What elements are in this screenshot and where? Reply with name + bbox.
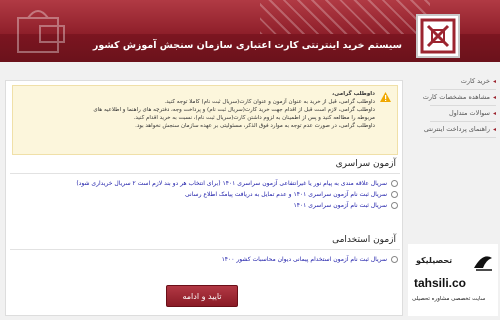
notice-line: داوطلب گرامی،: [332, 91, 375, 97]
bullet-icon: ◂: [492, 109, 496, 117]
sanjesh-logo: [416, 14, 460, 58]
notice-line: داوطلب گرامی، قبل از خرید به عنوان آزمون…: [164, 99, 375, 105]
main-panel: داوطلب گرامی، داوطلب گرامی، قبل از خرید …: [5, 80, 403, 316]
bullet-icon: ◂: [492, 125, 496, 133]
radio-button[interactable]: [391, 256, 398, 263]
section-title: آزمون استخدامی: [10, 233, 400, 250]
option-label[interactable]: سریال علاقه مندی به پیام نور یا غیرانتفا…: [76, 180, 387, 187]
tahsili-watermark: تحصیلیکو tahsili.co سایت تخصصی مشاوره تح…: [408, 244, 498, 316]
section-estekhdami: آزمون استخدامی سریال ثبت نام آزمون استخد…: [10, 233, 400, 273]
option-row[interactable]: سریال ثبت نام آزمون سراسری ۱۴۰۱: [10, 200, 400, 211]
book-logo-icon: [474, 256, 492, 271]
sidebar-menu: ◂ خرید کارت ◂ مشاهده مشخصات کارت ◂ سوالا…: [423, 74, 496, 138]
sidebar-item-payment-guide[interactable]: ◂ راهنمای پرداخت اینترنتی: [424, 122, 496, 138]
option-row[interactable]: سریال علاقه مندی به پیام نور یا غیرانتفا…: [10, 178, 400, 189]
option-row[interactable]: سریال ثبت نام آزمون سراسری ۱۴۰۱ و عدم تم…: [10, 189, 400, 200]
radio-button[interactable]: [391, 191, 398, 198]
header-pattern: [260, 0, 430, 34]
sidebar-item-label: راهنمای پرداخت اینترنتی: [423, 125, 490, 133]
sidebar-item-buy-card[interactable]: ◂ خرید کارت: [430, 74, 496, 90]
warning-icon: [380, 92, 391, 102]
sidebar-item-label: مشاهده مشخصات کارت: [422, 93, 490, 101]
notice-line: داوطلب گرامی، در صورت عدم توجه به موارد …: [135, 123, 375, 129]
watermark-subtitle: سایت تخصصی مشاوره تحصیلی: [412, 296, 486, 302]
radio-button[interactable]: [391, 202, 398, 209]
section-sarasari: آزمون سراسری سریال علاقه مندی به پیام نو…: [10, 157, 400, 225]
bullet-icon: ◂: [492, 77, 496, 85]
watermark-domain: tahsili.co: [414, 276, 467, 290]
section-title: آزمون سراسری: [10, 157, 400, 174]
header-banner: سیستم خرید اینترنتی کارت اعتباری سازمان …: [0, 0, 500, 62]
shopping-bag-icon: [17, 10, 65, 53]
sidebar-item-faq[interactable]: ◂ سوالات متداول: [430, 106, 496, 122]
bullet-icon: ◂: [492, 93, 496, 101]
watermark-name: تحصیلیکو: [416, 256, 453, 265]
sidebar-item-label: سوالات متداول: [448, 109, 490, 117]
page-title: سیستم خرید اینترنتی کارت اعتباری سازمان …: [92, 40, 402, 51]
logo-icon: [420, 18, 456, 54]
sidebar-item-view-card[interactable]: ◂ مشاهده مشخصات کارت: [423, 90, 496, 106]
option-label[interactable]: سریال ثبت نام آزمون سراسری ۱۴۰۱ و عدم تم…: [185, 191, 387, 198]
notice-line: داوطلب گرامی، لازم است قبل از اقدام جهت …: [93, 107, 375, 113]
option-label[interactable]: سریال ثبت نام آزمون استخدام پیمانی دیوان…: [222, 256, 387, 263]
confirm-continue-button[interactable]: تایید و ادامه: [166, 285, 238, 307]
sidebar-item-label: خرید کارت: [460, 77, 490, 85]
notice-line: مربوطه را مطالعه کنید و پس از اطمینان به…: [133, 115, 375, 121]
option-label[interactable]: سریال ثبت نام آزمون سراسری ۱۴۰۱: [293, 202, 387, 209]
radio-button[interactable]: [391, 180, 398, 187]
option-row[interactable]: سریال ثبت نام آزمون استخدام پیمانی دیوان…: [10, 254, 400, 265]
warning-notice: داوطلب گرامی، داوطلب گرامی، قبل از خرید …: [12, 85, 398, 155]
